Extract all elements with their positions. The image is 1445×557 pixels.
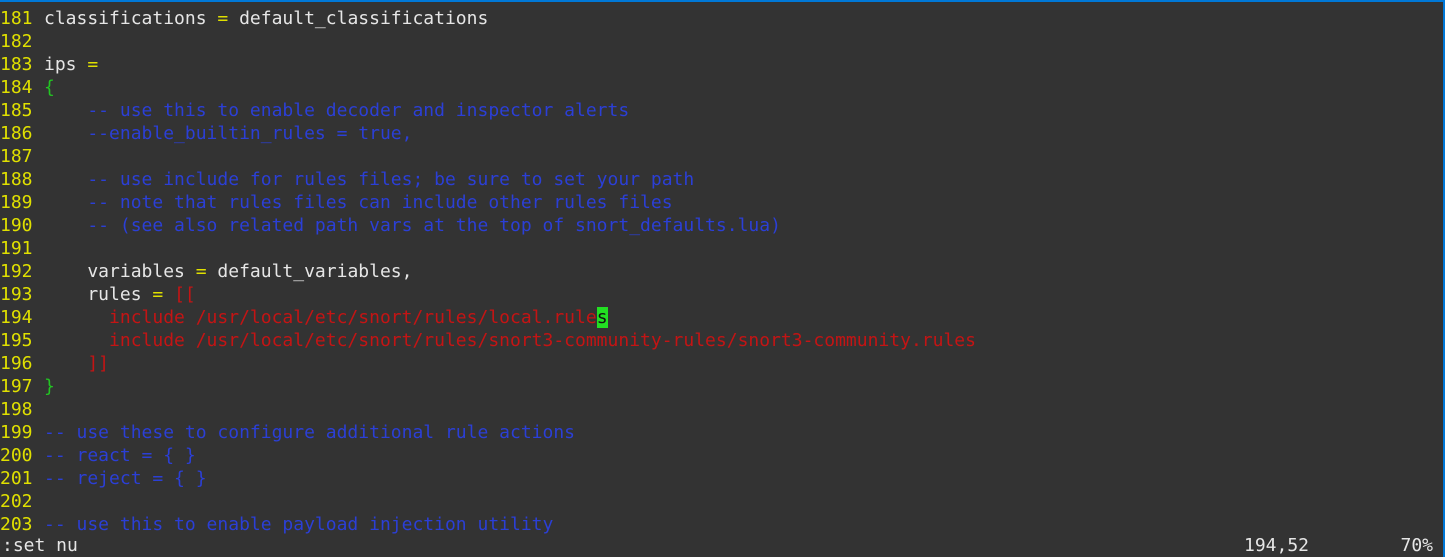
- line-number: 195: [0, 330, 33, 351]
- code-token: =: [87, 54, 99, 75]
- line-number: 189: [0, 192, 33, 213]
- line-code: -- use these to configure additional rul…: [44, 422, 575, 443]
- line-number: 181: [0, 8, 33, 29]
- command-text: :set nu: [2, 535, 78, 556]
- vim-editor-buffer[interactable]: 181 classifications = default_classificat…: [0, 7, 1443, 536]
- code-line[interactable]: 186 --enable_builtin_rules = true,: [0, 122, 1443, 145]
- code-line[interactable]: 194 include /usr/local/etc/snort/rules/l…: [0, 306, 1443, 329]
- code-token: {: [44, 77, 55, 98]
- line-number: 182: [0, 31, 33, 52]
- code-line[interactable]: 196 ]]: [0, 352, 1443, 375]
- line-number: 202: [0, 491, 33, 512]
- code-token: -- use these to configure additional rul…: [44, 422, 576, 443]
- line-code: classifications = default_classification…: [44, 8, 488, 29]
- code-token: variables: [44, 261, 196, 282]
- code-token: default_classifications: [228, 8, 489, 29]
- line-code: ips =: [44, 54, 98, 75]
- line-number: 201: [0, 468, 33, 489]
- code-line[interactable]: 188 -- use include for rules files; be s…: [0, 168, 1443, 191]
- line-number: 183: [0, 54, 33, 75]
- line-code: -- (see also related path vars at the to…: [44, 215, 781, 236]
- line-number: 198: [0, 399, 33, 420]
- line-code: include /usr/local/etc/snort/rules/snort…: [44, 330, 976, 351]
- line-number: 192: [0, 261, 33, 282]
- code-token: -- reject = { }: [44, 468, 207, 489]
- code-token: ]]: [44, 353, 110, 374]
- code-token: include /usr/local/etc/snort/rules/snort…: [44, 330, 976, 351]
- terminal-window: 181 classifications = default_classificat…: [0, 0, 1445, 557]
- code-token: =: [195, 261, 207, 282]
- code-line[interactable]: 182: [0, 30, 1443, 53]
- scroll-percent: 70%: [1400, 535, 1433, 556]
- code-line[interactable]: 192 variables = default_variables,: [0, 260, 1443, 283]
- code-line[interactable]: 202: [0, 490, 1443, 513]
- code-token: include /usr/local/etc/snort/rules/local…: [44, 307, 597, 328]
- code-line[interactable]: 181 classifications = default_classificat…: [0, 7, 1443, 30]
- line-number: 193: [0, 284, 33, 305]
- code-token: =: [217, 8, 229, 29]
- line-code: -- use this to enable payload injection …: [44, 514, 553, 535]
- line-number: 187: [0, 146, 33, 167]
- code-line[interactable]: 191: [0, 237, 1443, 260]
- code-line[interactable]: 187: [0, 145, 1443, 168]
- line-code: -- use this to enable decoder and inspec…: [44, 100, 629, 121]
- line-code: -- use include for rules files; be sure …: [44, 169, 694, 190]
- line-number: 188: [0, 169, 33, 190]
- code-token: }: [44, 376, 55, 397]
- code-token: -- (see also related path vars at the to…: [44, 215, 781, 236]
- code-line[interactable]: 185 -- use this to enable decoder and in…: [0, 99, 1443, 122]
- line-code: ]]: [44, 353, 109, 374]
- line-number: 190: [0, 215, 33, 236]
- code-token: -- react = { }: [44, 445, 196, 466]
- code-line[interactable]: 201 -- reject = { }: [0, 467, 1443, 490]
- code-line[interactable]: 200 -- react = { }: [0, 444, 1443, 467]
- line-number: 196: [0, 353, 33, 374]
- line-code: variables = default_variables,: [44, 261, 412, 282]
- line-code: -- reject = { }: [44, 468, 207, 489]
- text-cursor: s: [596, 307, 608, 328]
- code-token: [[: [174, 284, 196, 305]
- code-token: -- use this to enable payload injection …: [44, 514, 554, 535]
- code-token: =: [152, 284, 164, 305]
- line-number: 200: [0, 445, 33, 466]
- line-code: {: [44, 77, 55, 98]
- cursor-position: 194,52: [1244, 535, 1310, 556]
- code-token: ips: [44, 54, 88, 75]
- vim-command-line[interactable]: :set nu 194,52 70%: [0, 534, 1443, 557]
- line-number: 199: [0, 422, 33, 443]
- line-number: 197: [0, 376, 33, 397]
- code-line[interactable]: 198: [0, 398, 1443, 421]
- code-token: -- use include for rules files; be sure …: [44, 169, 695, 190]
- code-token: -- use this to enable decoder and inspec…: [44, 100, 630, 121]
- code-line[interactable]: 184 {: [0, 76, 1443, 99]
- line-code: rules = [[: [44, 284, 196, 305]
- line-number: 191: [0, 238, 33, 259]
- code-token: --enable_builtin_rules = true,: [44, 123, 413, 144]
- code-line[interactable]: 195 include /usr/local/etc/snort/rules/s…: [0, 329, 1443, 352]
- code-line[interactable]: 189 -- note that rules files can include…: [0, 191, 1443, 214]
- code-line[interactable]: 193 rules = [[: [0, 283, 1443, 306]
- line-number: 184: [0, 77, 33, 98]
- line-code: -- react = { }: [44, 445, 196, 466]
- code-line[interactable]: 203 -- use this to enable payload injecti…: [0, 513, 1443, 536]
- code-token: default_variables,: [206, 261, 413, 282]
- line-code: -- note that rules files can include oth…: [44, 192, 673, 213]
- line-code: include /usr/local/etc/snort/rules/local…: [44, 307, 608, 328]
- code-token: rules: [44, 284, 153, 305]
- code-token: classifications: [44, 8, 218, 29]
- line-number: 203: [0, 514, 33, 535]
- line-number: 186: [0, 123, 33, 144]
- code-line[interactable]: 197}: [0, 375, 1443, 398]
- line-number: 185: [0, 100, 33, 121]
- line-code: }: [44, 376, 55, 397]
- code-line[interactable]: 190 -- (see also related path vars at th…: [0, 214, 1443, 237]
- line-number: 194: [0, 307, 33, 328]
- code-line[interactable]: 199 -- use these to configure additional …: [0, 421, 1443, 444]
- line-code: --enable_builtin_rules = true,: [44, 123, 412, 144]
- code-token: -- note that rules files can include oth…: [44, 192, 673, 213]
- code-line[interactable]: 183 ips =: [0, 53, 1443, 76]
